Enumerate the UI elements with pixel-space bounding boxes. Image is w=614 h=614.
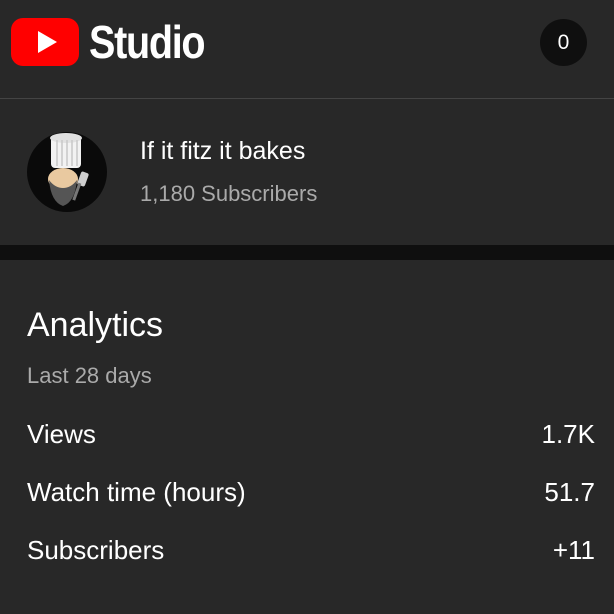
metric-row-subscribers: Subscribers +11 [27,532,595,568]
studio-screen: Studio 0 If it fitz it bakes 1,180 Subsc… [0,0,614,614]
studio-logo-text: Studio [89,16,206,68]
metric-value: 51.7 [544,476,595,507]
metric-label: Views [27,418,96,449]
section-divider [0,245,614,260]
channel-subscriber-count: 1,180 Subscribers [140,181,318,206]
youtube-play-icon [11,18,79,66]
analytics-period: Last 28 days [27,363,152,388]
metric-row-watch-time: Watch time (hours) 51.7 [27,474,595,510]
metric-label: Subscribers [27,534,165,565]
metric-row-views: Views 1.7K [27,416,595,452]
app-header: Studio 0 [0,0,614,98]
channel-name: If it fitz it bakes [140,137,306,165]
channel-avatar [27,132,107,212]
metric-value: +11 [552,534,595,565]
metric-label: Watch time (hours) [27,476,246,507]
analytics-card[interactable]: Analytics Last 28 days Views 1.7K Watch … [0,260,614,614]
notification-badge[interactable]: 0 [540,19,587,66]
studio-logo[interactable]: Studio [11,18,223,66]
metric-value: 1.7K [541,418,596,449]
analytics-title: Analytics [27,306,164,344]
channel-card[interactable]: If it fitz it bakes 1,180 Subscribers [0,99,614,245]
